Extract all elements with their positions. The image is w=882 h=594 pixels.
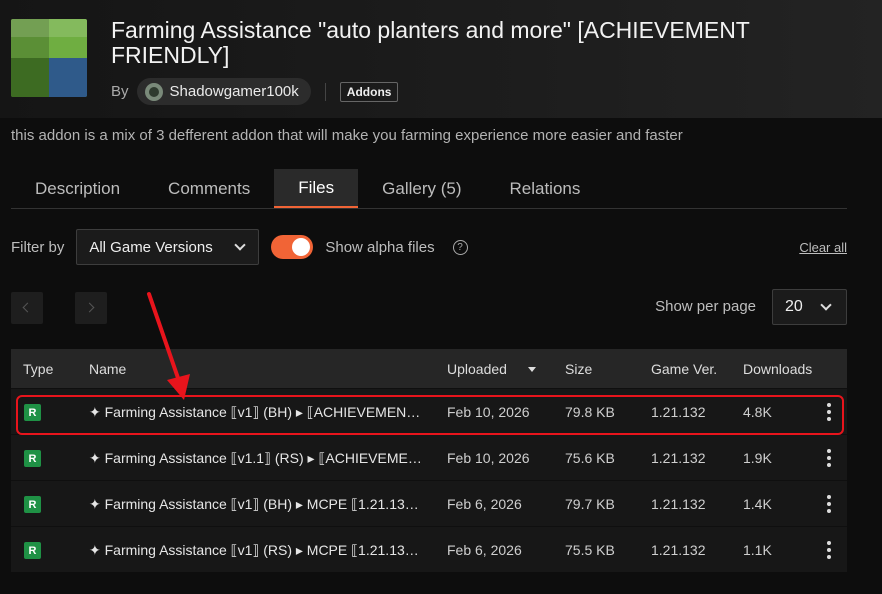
chevron-left-icon: [22, 302, 33, 313]
tab-relations[interactable]: Relations: [486, 169, 605, 208]
table-header: Type Name Uploaded Size Game Ver. Downlo…: [11, 349, 847, 388]
uploaded-date: Feb 6, 2026: [447, 542, 522, 558]
column-downloads[interactable]: Downloads: [743, 361, 812, 377]
more-options-icon[interactable]: [827, 541, 831, 559]
game-version: 1.21.132: [651, 404, 706, 420]
release-badge: R: [24, 542, 41, 559]
per-page-label: Show per page: [655, 298, 756, 315]
game-version: 1.21.132: [651, 450, 706, 466]
file-name-link[interactable]: ✦ Farming Assistance ⟦v1⟧ (RS) ▸ MCPE ⟦1…: [89, 542, 425, 559]
clear-all-link[interactable]: Clear all: [799, 240, 847, 255]
file-size: 75.6 KB: [565, 450, 615, 466]
column-type: Type: [23, 361, 54, 377]
game-version: 1.21.132: [651, 542, 706, 558]
more-options-icon[interactable]: [827, 449, 831, 467]
more-options-icon[interactable]: [827, 403, 831, 421]
author-avatar: [144, 82, 163, 101]
divider: [324, 82, 326, 101]
author-name: Shadowgamer100k: [169, 83, 299, 100]
game-version: 1.21.132: [651, 496, 706, 512]
files-table: Type Name Uploaded Size Game Ver. Downlo…: [11, 349, 847, 572]
show-alpha-toggle[interactable]: [271, 235, 314, 259]
game-version-select[interactable]: All Game Versions: [76, 229, 260, 265]
uploaded-date: Feb 10, 2026: [447, 450, 530, 466]
help-icon[interactable]: ?: [452, 239, 468, 255]
project-header: Farming Assistance "auto planters and mo…: [0, 0, 882, 118]
filter-bar: Filter by All Game Versions Show alpha f…: [11, 229, 847, 265]
project-tabs: Description Comments Files Gallery (5) R…: [11, 169, 847, 209]
file-name-link[interactable]: ✦ Farming Assistance ⟦v1⟧ (BH) ▸ MCPE ⟦1…: [89, 496, 425, 513]
more-options-icon[interactable]: [827, 495, 831, 513]
next-page-button[interactable]: [75, 292, 107, 324]
per-page-select[interactable]: 20: [772, 289, 847, 325]
column-game-ver[interactable]: Game Ver.: [651, 361, 717, 377]
project-title: Farming Assistance "auto planters and mo…: [111, 17, 750, 68]
byline: By Shadowgamer100k Addons: [111, 78, 399, 105]
show-alpha-label: Show alpha files: [325, 238, 435, 256]
file-size: 79.8 KB: [565, 404, 615, 420]
file-size: 75.5 KB: [565, 542, 615, 558]
project-thumbnail[interactable]: [11, 19, 87, 97]
chevron-right-icon: [84, 302, 95, 313]
prev-page-button[interactable]: [11, 292, 43, 324]
tab-gallery[interactable]: Gallery (5): [358, 169, 485, 208]
column-size[interactable]: Size: [565, 361, 592, 377]
download-count: 4.8K: [743, 404, 772, 420]
sort-desc-icon: [528, 367, 536, 372]
pagination-bar: Show per page 20: [11, 289, 847, 325]
author-chip[interactable]: Shadowgamer100k: [136, 78, 311, 105]
release-badge: R: [24, 496, 41, 513]
file-name-link[interactable]: ✦ Farming Assistance ⟦v1⟧ (BH) ▸ ⟦ACHIEV…: [89, 404, 425, 421]
project-summary: this addon is a mix of 3 defferent addon…: [11, 127, 683, 144]
table-row[interactable]: R ✦ Farming Assistance ⟦v1⟧ (BH) ▸ MCPE …: [11, 480, 847, 526]
download-count: 1.1K: [743, 542, 772, 558]
chevron-down-icon: [234, 239, 247, 251]
uploaded-date: Feb 6, 2026: [447, 496, 522, 512]
release-badge: R: [24, 404, 41, 421]
release-badge: R: [24, 450, 41, 467]
table-row[interactable]: R ✦ Farming Assistance ⟦v1⟧ (BH) ▸ ⟦ACHI…: [11, 388, 847, 434]
table-row[interactable]: R ✦ Farming Assistance ⟦v1⟧ (RS) ▸ MCPE …: [11, 526, 847, 572]
table-row[interactable]: R ✦ Farming Assistance ⟦v1.1⟧ (RS) ▸ ⟦AC…: [11, 434, 847, 480]
category-tag[interactable]: Addons: [339, 81, 399, 102]
game-version-value: All Game Versions: [89, 238, 213, 256]
column-name[interactable]: Name: [89, 361, 126, 377]
tab-description[interactable]: Description: [11, 169, 144, 208]
file-name-link[interactable]: ✦ Farming Assistance ⟦v1.1⟧ (RS) ▸ ⟦ACHI…: [89, 450, 425, 467]
column-uploaded[interactable]: Uploaded: [447, 361, 507, 377]
filter-label: Filter by: [11, 238, 65, 256]
download-count: 1.9K: [743, 450, 772, 466]
uploaded-date: Feb 10, 2026: [447, 404, 530, 420]
download-count: 1.4K: [743, 496, 772, 512]
tab-files[interactable]: Files: [274, 169, 359, 208]
toggle-knob: [292, 238, 311, 256]
tab-comments[interactable]: Comments: [144, 169, 274, 208]
chevron-down-icon: [820, 299, 832, 311]
per-page-value: 20: [785, 298, 803, 315]
by-label: By: [111, 83, 129, 100]
file-size: 79.7 KB: [565, 496, 615, 512]
